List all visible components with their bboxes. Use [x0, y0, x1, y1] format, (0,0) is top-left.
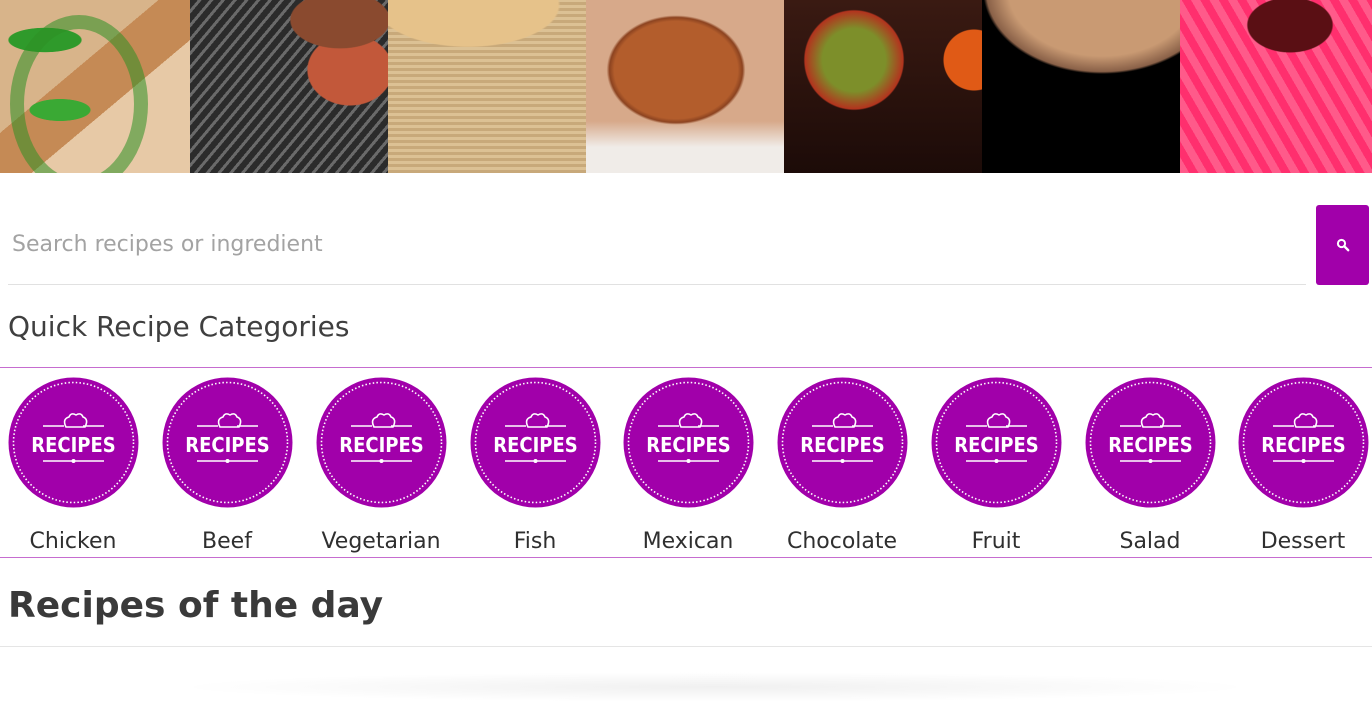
search-input[interactable] [8, 205, 1306, 283]
divider [0, 646, 1372, 647]
category-item-mexican[interactable]: RECIPES Mexican [623, 377, 763, 554]
category-label: Chocolate [786, 529, 898, 554]
recipes-badge-icon: RECIPES [316, 377, 447, 508]
recipes-badge-icon: RECIPES [162, 377, 293, 508]
badge-text: RECIPES [954, 433, 1038, 457]
category-item-chicken[interactable]: RECIPES Chicken [8, 377, 148, 554]
category-item-salad[interactable]: RECIPES Salad [1085, 377, 1225, 554]
recipes-badge-icon: RECIPES [470, 377, 601, 508]
recipes-badge-icon: RECIPES [8, 377, 139, 508]
category-label: Mexican [642, 529, 734, 554]
category-item-fruit[interactable]: RECIPES Fruit [931, 377, 1071, 554]
banner-image-tomatoes [784, 0, 982, 173]
search-bar [8, 205, 1306, 285]
badge-text: RECIPES [1108, 433, 1192, 457]
banner-image-donut [1180, 0, 1372, 173]
category-label: Beef [202, 529, 252, 554]
category-item-vegetarian[interactable]: RECIPES Vegetarian [316, 377, 456, 554]
category-label: Dessert [1260, 529, 1346, 554]
category-item-dessert[interactable]: RECIPES Dessert [1238, 377, 1372, 554]
badge-text: RECIPES [339, 433, 423, 457]
recipes-badge-icon: RECIPES [777, 377, 908, 508]
category-item-beef[interactable]: RECIPES Beef [162, 377, 302, 554]
banner-image-peppers [0, 0, 190, 173]
search-icon [1336, 238, 1349, 252]
recipes-badge-icon: RECIPES [623, 377, 754, 508]
badge-text: RECIPES [31, 433, 115, 457]
badge-text: RECIPES [646, 433, 730, 457]
recipes-badge-icon: RECIPES [931, 377, 1062, 508]
badge-text: RECIPES [493, 433, 577, 457]
recipes-of-day-title: Recipes of the day [8, 585, 384, 626]
category-label: Salad [1119, 529, 1181, 554]
recipes-badge-icon: RECIPES [1238, 377, 1369, 508]
category-label: Chicken [29, 529, 117, 554]
category-list: RECIPES Chicken RECIPES Beef RECIPES Vegetari… [0, 367, 1372, 558]
badge-text: RECIPES [1261, 433, 1345, 457]
category-label: Fruit [971, 529, 1021, 554]
category-item-chocolate[interactable]: RECIPES Chocolate [777, 377, 917, 554]
recipes-badge-icon: RECIPES [1085, 377, 1216, 508]
banner-image-grill [190, 0, 388, 173]
banner-image-bread-dark [982, 0, 1180, 173]
category-label: Vegetarian [321, 529, 441, 554]
card-shadow [170, 672, 1260, 702]
header-banner [0, 0, 1372, 173]
search-button[interactable] [1316, 205, 1369, 285]
category-label: Fish [513, 529, 557, 554]
banner-image-fried [586, 0, 784, 173]
quick-categories-title: Quick Recipe Categories [8, 310, 350, 343]
badge-text: RECIPES [185, 433, 269, 457]
banner-image-bread [388, 0, 586, 173]
category-item-fish[interactable]: RECIPES Fish [470, 377, 610, 554]
badge-text: RECIPES [800, 433, 884, 457]
